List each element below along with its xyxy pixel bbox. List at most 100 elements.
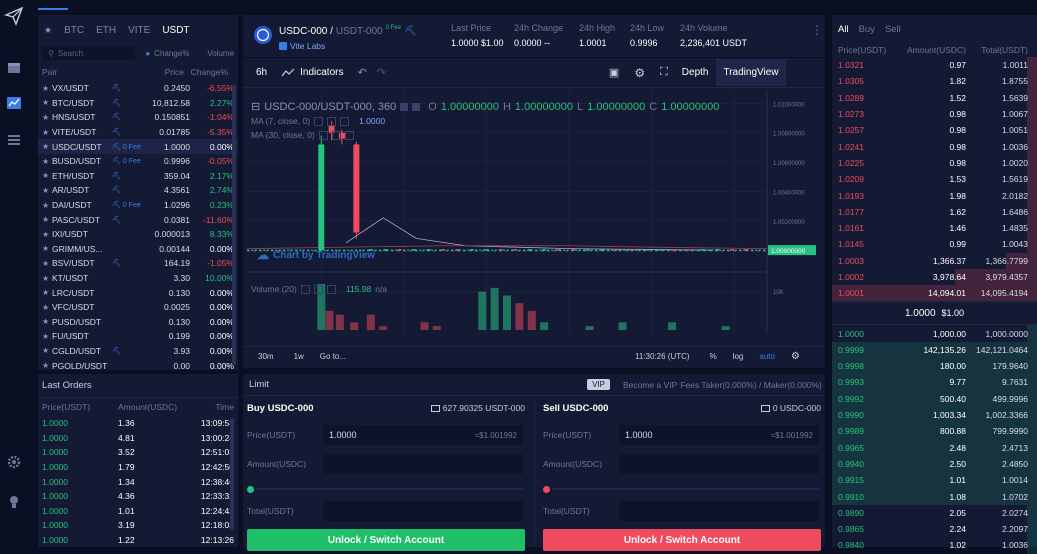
col-change[interactable]: Change% — [184, 67, 228, 77]
market-row[interactable]: ★ BTC/USDT ⛏ 10,812.58 2.27% — [38, 96, 238, 111]
market-row[interactable]: ★ KT/USDT 3.30 10.00% — [38, 271, 238, 286]
sell-price-input[interactable]: 1.0000 ≈$1.001992 — [619, 425, 819, 445]
market-row[interactable]: ★ PUSD/USDT 0.130 0.00% — [38, 315, 238, 330]
ma7-gear-icon[interactable] — [327, 116, 337, 126]
bid-row[interactable]: 0.9998 180.00 179.9640 — [832, 358, 1037, 375]
bid-row[interactable]: 0.9989 800.88 799.9990 — [832, 423, 1037, 440]
ask-row[interactable]: 1.0241 0.98 1.0036 — [832, 138, 1037, 155]
buy-total-input[interactable] — [323, 501, 523, 521]
favorites-star-icon[interactable]: ★ — [44, 25, 52, 36]
bid-row[interactable]: 0.9965 2.48 2.4713 — [832, 439, 1037, 456]
volume-eye-icon[interactable] — [300, 284, 310, 294]
settings-gear-icon[interactable] — [6, 454, 22, 470]
market-row[interactable]: ★ GRIMM/US... 0.00144 0.00% — [38, 242, 238, 257]
bid-row[interactable]: 0.9993 9.77 9.7631 — [832, 374, 1037, 391]
ask-row[interactable]: 1.0001 14,094.01 14,095.4194 — [832, 285, 1037, 302]
star-icon[interactable]: ★ — [42, 186, 52, 195]
ma7-close-icon[interactable] — [340, 116, 350, 126]
buy-unlock-button[interactable]: Unlock / Switch Account — [247, 529, 525, 551]
tradingview-tab[interactable]: TradingView — [716, 59, 786, 86]
star-icon[interactable]: ★ — [42, 128, 52, 137]
search-input[interactable]: ⚲ Search — [42, 46, 136, 60]
ma30-close-icon[interactable] — [344, 130, 354, 140]
star-icon[interactable]: ★ — [42, 259, 52, 268]
star-icon[interactable]: ★ — [42, 317, 52, 326]
ask-row[interactable]: 1.0002 3,978.64 3,979.4357 — [832, 268, 1037, 286]
bid-row[interactable]: 0.9910 1.08 1.0702 — [832, 488, 1037, 505]
sell-amount-input[interactable] — [619, 454, 819, 474]
chart-settings-icon[interactable]: ⚙ — [634, 66, 645, 80]
ob-tab-all[interactable]: All — [838, 24, 849, 35]
bid-row[interactable]: 0.9840 1.02 1.0036 — [832, 537, 1037, 554]
log-toggle[interactable]: log — [733, 352, 744, 361]
buy-slider-handle[interactable] — [247, 485, 254, 493]
volume-gear-icon[interactable] — [313, 284, 323, 294]
ask-row[interactable]: 1.0161 1.46 1.4835 — [832, 219, 1037, 237]
price-chart[interactable]: 1.01000000 1.00800000 1.00600000 1.00400000… — [247, 90, 821, 334]
ask-row[interactable]: 1.0003 1,366.37 1,366.7799 — [832, 252, 1037, 269]
market-row[interactable]: ★ FU/USDT 0.199 0.00% — [38, 329, 238, 344]
ask-row[interactable]: 1.0177 1.62 1.6486 — [832, 203, 1037, 220]
star-icon[interactable]: ★ — [42, 230, 52, 239]
bid-row[interactable]: 0.9940 2.50 2.4850 — [832, 455, 1037, 473]
trade-chart-icon[interactable] — [6, 95, 22, 111]
star-icon[interactable]: ★ — [42, 361, 52, 370]
tab-btc[interactable]: BTC — [64, 25, 84, 36]
market-row[interactable]: ★ VFC/USDT 0.0025 0.00% — [38, 300, 238, 315]
col-price[interactable]: Price — [142, 67, 184, 77]
market-row[interactable]: ★ PGOLD/USDT 0.00 0.00% — [38, 358, 238, 373]
bid-row[interactable]: 0.9890 2.05 2.0274 — [832, 504, 1037, 522]
filter-volume-label[interactable]: Volume — [207, 49, 234, 58]
ask-row[interactable]: 1.0193 1.98 2.0182 — [832, 187, 1037, 204]
percent-toggle[interactable]: % — [710, 352, 717, 361]
col-pair[interactable]: Pair — [42, 67, 142, 77]
tab-eth[interactable]: ETH — [96, 25, 116, 36]
market-row[interactable]: ★ USDC/USDT ⛏ 0 Fee 1.0000 0.00% — [38, 139, 238, 154]
star-icon[interactable]: ★ — [42, 215, 52, 224]
indicators-button[interactable]: Indicators — [300, 67, 343, 78]
star-icon[interactable]: ★ — [42, 171, 52, 180]
tab-usdt[interactable]: USDT — [162, 25, 189, 36]
undo-icon[interactable]: ↶ — [357, 66, 366, 79]
bid-row[interactable]: 0.9992 500.40 499.9996 — [832, 390, 1037, 407]
star-icon[interactable]: ★ — [42, 244, 52, 253]
buy-slider[interactable] — [247, 482, 525, 496]
sell-slider-handle[interactable] — [543, 485, 550, 493]
ob-tab-buy[interactable]: Buy — [859, 24, 875, 35]
auto-toggle[interactable]: auto — [759, 352, 775, 361]
star-icon[interactable]: ★ — [42, 288, 52, 297]
ask-row[interactable]: 1.0305 1.82 1.8755 — [832, 73, 1037, 90]
camera-icon[interactable]: ▣ — [609, 66, 619, 79]
market-row[interactable]: ★ PASC/USDT ⛏ 0.0381 -11.60% — [38, 212, 238, 227]
ma30-gear-icon[interactable] — [331, 130, 341, 140]
more-vertical-icon[interactable]: ⋮ — [811, 24, 823, 36]
star-icon[interactable]: ★ — [42, 274, 52, 283]
star-icon[interactable]: ★ — [42, 201, 52, 210]
bid-row[interactable]: 0.9865 2.24 2.2097 — [832, 521, 1037, 538]
market-row[interactable]: ★ VITE/USDT ⛏ 0.01785 -5.35% — [38, 125, 238, 140]
legend-eye-icon[interactable] — [400, 102, 409, 111]
scale-settings-icon[interactable]: ⚙ — [791, 351, 800, 362]
redo-icon[interactable]: ↷ — [377, 66, 386, 79]
bid-row[interactable]: 1.0000 1,000.00 1,000.0000 — [832, 325, 1037, 342]
market-row[interactable]: ★ VX/USDT ⛏ 0.2450 -6.55% — [38, 81, 238, 96]
fullscreen-icon[interactable]: ⛶ — [660, 66, 668, 79]
legend-gear-icon[interactable] — [412, 102, 421, 111]
legend-collapse-icon[interactable]: ⊟ — [251, 100, 260, 113]
filter-change-label[interactable]: Change% — [154, 49, 189, 58]
depth-tab[interactable]: Depth — [682, 67, 709, 78]
star-icon[interactable]: ★ — [42, 113, 52, 122]
filter-radio-icon[interactable]: ● — [145, 49, 150, 58]
bid-row[interactable]: 0.9915 1.01 1.0014 — [832, 472, 1037, 489]
last-orders-scrollbar[interactable] — [230, 418, 234, 530]
market-row[interactable]: ★ HNS/USDT ⛏ 0.150851 -1.04% — [38, 110, 238, 125]
sell-total-input[interactable] — [619, 501, 819, 521]
market-row[interactable]: ★ LRC/USDT 0.130 0.00% — [38, 285, 238, 300]
star-icon[interactable]: ★ — [42, 84, 52, 93]
volume-close-icon[interactable] — [326, 284, 336, 294]
market-row[interactable]: ★ BUSD/USDT ⛏ 0 Fee 0.9996 -0.05% — [38, 154, 238, 169]
ask-row[interactable]: 1.0145 0.99 1.0043 — [832, 236, 1037, 253]
range-30m[interactable]: 30m — [258, 352, 274, 361]
buy-amount-input[interactable] — [323, 454, 523, 474]
market-row[interactable]: ★ CGLD/USDT ⛏ 3.93 0.00% — [38, 344, 238, 359]
